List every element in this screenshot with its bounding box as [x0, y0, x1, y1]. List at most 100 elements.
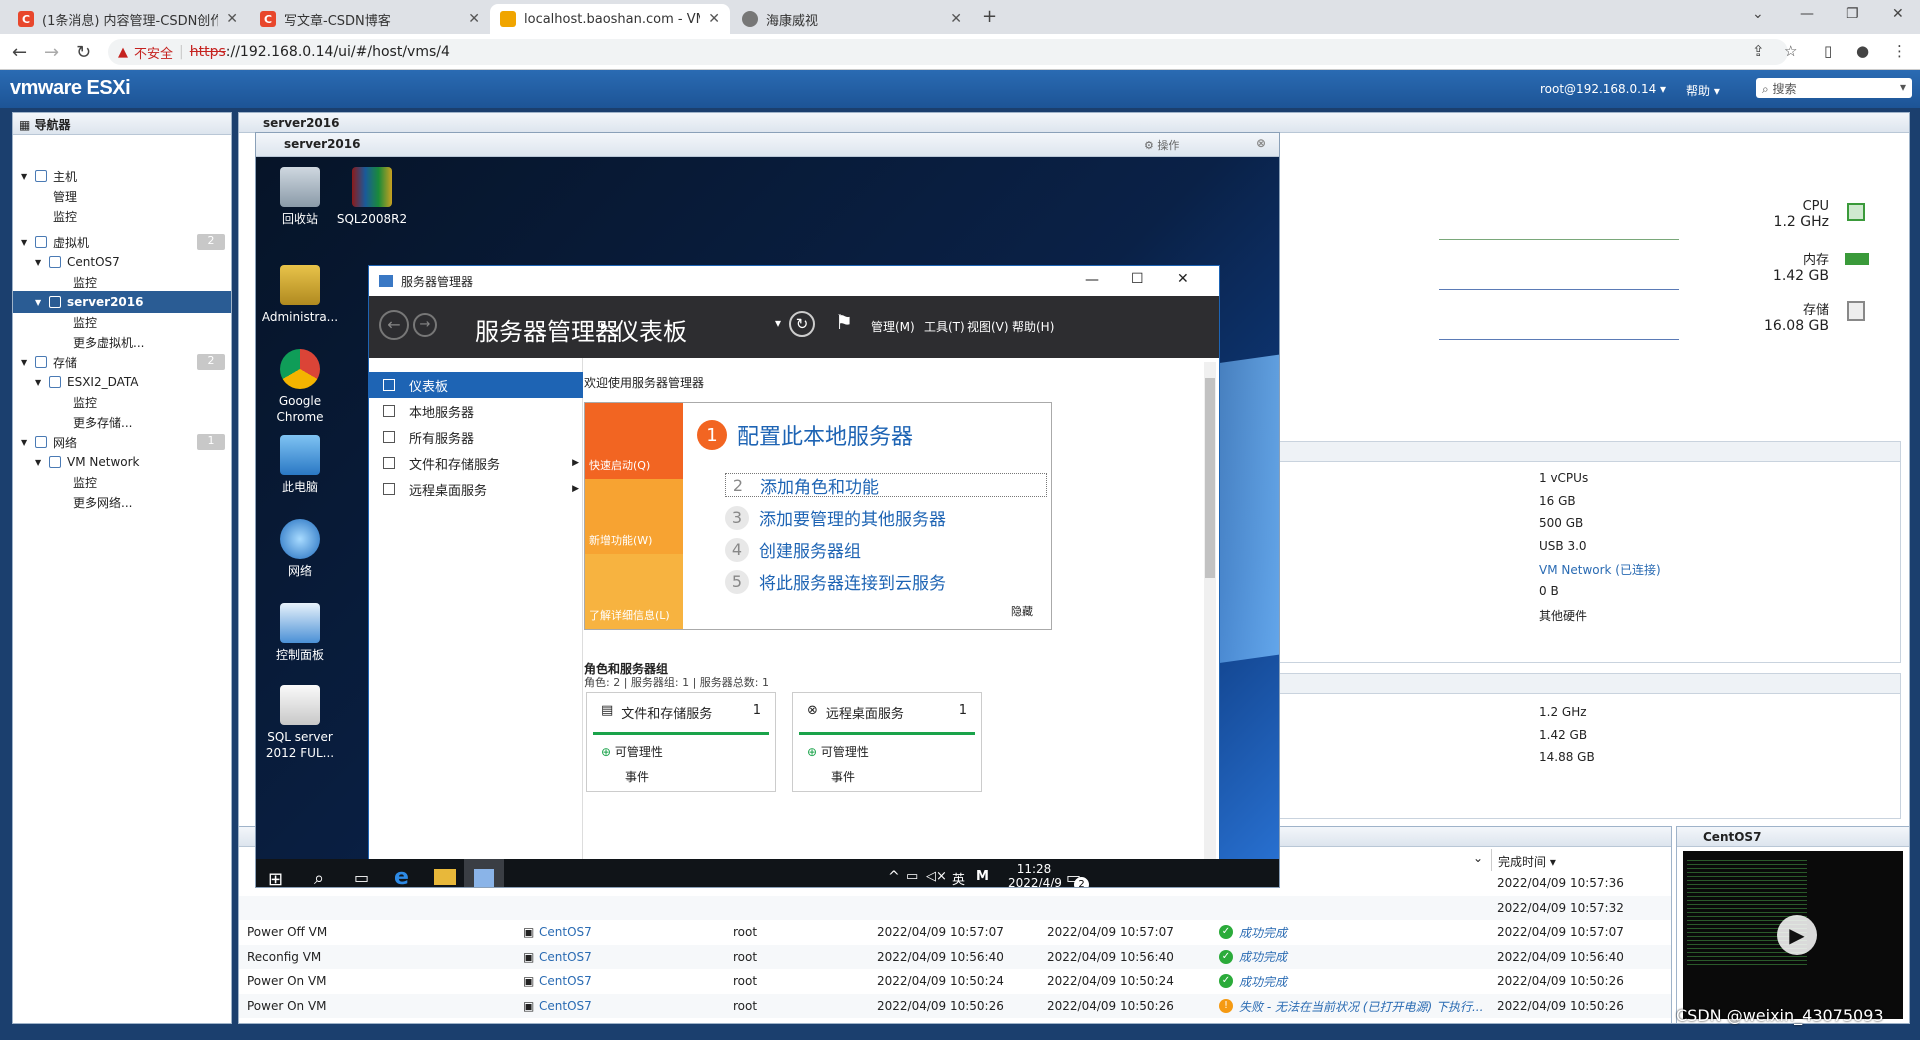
chevron-right-icon[interactable]: ▶ — [572, 484, 579, 494]
task-target-link[interactable]: CentOS7 — [539, 925, 592, 939]
scrollbar[interactable] — [1204, 362, 1216, 862]
sidebar-item[interactable]: 文件和存储服务 ▶ — [369, 450, 583, 476]
browser-tab[interactable]: 海康威视 ✕ — [732, 4, 972, 34]
table-row[interactable]: Power On VM ▣ CentOS7 root 2022/04/09 10:50:… — [239, 969, 1671, 993]
nav-item[interactable]: ▼ server2016 — [13, 291, 231, 313]
close-icon[interactable]: ✕ — [468, 11, 480, 27]
maximize-icon[interactable]: ☐ — [1131, 271, 1144, 287]
actions-menu[interactable]: ⚙ 操作 — [1144, 137, 1179, 153]
step-create-group[interactable]: 4 创建服务器组 — [725, 537, 861, 562]
play-icon[interactable]: ▶ — [1777, 915, 1817, 955]
close-icon[interactable]: ✕ — [708, 11, 720, 27]
sidebar-item[interactable]: 远程桌面服务 ▶ — [369, 476, 583, 502]
table-row[interactable]: Reconfig VM ▣ CentOS7 root 2022/04/09 10:56:… — [239, 944, 1671, 969]
nav-item[interactable]: ▼ 虚拟机 2 — [13, 231, 231, 253]
file-explorer-icon[interactable] — [434, 869, 456, 885]
back-icon[interactable]: ← — [379, 310, 409, 340]
chevron-up-icon[interactable]: ^ — [888, 869, 900, 885]
expand-arrow-icon[interactable]: ▼ — [35, 378, 41, 387]
close-icon[interactable]: ✕ — [1177, 271, 1189, 287]
bookmark-star-icon[interactable]: ☆ — [1784, 42, 1797, 60]
nav-item[interactable]: 监控 — [13, 311, 231, 333]
menu-manage[interactable]: 管理(M) — [871, 318, 915, 335]
nav-item[interactable]: ▼ VM Network — [13, 451, 231, 473]
chevron-down-icon[interactable]: ⌄ — [1473, 851, 1483, 865]
step-connect-cloud[interactable]: 5 将此服务器连接到云服务 — [725, 569, 946, 594]
task-target-link[interactable]: CentOS7 — [539, 950, 592, 964]
volume-muted-icon[interactable]: ◁× — [926, 869, 947, 884]
role-card-file-storage[interactable]: ▤ 文件和存储服务 1 ⊕ 可管理性 事件 — [586, 692, 776, 792]
sidebar-item[interactable]: 本地服务器 — [369, 398, 583, 424]
nav-item[interactable]: 更多网络... — [13, 491, 231, 513]
learn-more-tab[interactable]: 了解详细信息(L) — [585, 554, 683, 629]
menu-icon[interactable]: ⋮ — [1892, 42, 1907, 60]
chevron-down-icon[interactable]: ▾ — [775, 316, 781, 330]
close-icon[interactable]: ✕ — [950, 11, 962, 27]
browser-tab-active[interactable]: localhost.baoshan.com - VMwa ✕ — [490, 4, 730, 34]
search-input[interactable]: ⌕ 搜索 ▾ — [1756, 78, 1912, 98]
desktop-icon-chrome[interactable]: Google Chrome — [258, 349, 342, 425]
desktop-icon-sql-server[interactable]: SQL server 2012 FUL... — [258, 685, 342, 761]
reload-icon[interactable]: ↻ — [76, 42, 91, 63]
minimize-icon[interactable]: — — [1800, 6, 1814, 22]
nav-item[interactable]: ▼ 网络 1 — [13, 431, 231, 453]
windows-start-icon[interactable]: ⊞ — [268, 869, 283, 887]
menu-view[interactable]: 视图(V) — [967, 318, 1009, 335]
desktop-icon-control-panel[interactable]: 控制面板 — [258, 603, 342, 663]
expand-arrow-icon[interactable]: ▼ — [21, 438, 27, 447]
menu-help[interactable]: 帮助(H) — [1012, 318, 1054, 335]
maximize-icon[interactable]: ❐ — [1846, 6, 1859, 22]
expand-arrow-icon[interactable]: ▼ — [35, 458, 41, 467]
nav-item[interactable]: ▼ CentOS7 — [13, 251, 231, 273]
ie-icon[interactable]: e — [394, 865, 409, 887]
expand-arrow-icon[interactable]: ▼ — [35, 298, 41, 307]
server-manager-taskbar-button[interactable] — [464, 859, 504, 887]
whats-new-tab[interactable]: 新增功能(W) — [585, 479, 683, 554]
refresh-icon[interactable]: ↻ — [789, 311, 815, 337]
terminal-screen[interactable]: ▶ — [1683, 851, 1903, 1019]
task-view-icon[interactable]: ▭ — [354, 868, 369, 887]
table-row[interactable]: 2022/04/09 10:57:32 — [239, 895, 1671, 920]
nav-item[interactable]: 更多存储... — [13, 411, 231, 433]
browser-tab[interactable]: C (1条消息) 内容管理-CSDN创作中 ✕ — [8, 4, 248, 34]
desktop-icon-this-pc[interactable]: 此电脑 — [258, 435, 342, 495]
nav-item[interactable]: 更多虚拟机... — [13, 331, 231, 353]
back-icon[interactable]: ← — [12, 42, 27, 63]
nav-item[interactable]: ▼ 存储 2 — [13, 351, 231, 373]
tab-search-chevron-icon[interactable]: ⌄ — [1752, 6, 1764, 22]
ime-indicator[interactable]: 英 — [952, 869, 965, 887]
user-menu[interactable]: root@192.168.0.14 ▾ — [1540, 82, 1666, 96]
step-configure-local-server[interactable]: 1 配置此本地服务器 — [697, 419, 913, 451]
desktop-icon-network[interactable]: 网络 — [258, 519, 342, 579]
quick-start-tab[interactable]: 快速启动(Q) — [585, 403, 683, 479]
nav-item[interactable]: 管理 — [13, 185, 231, 207]
expand-arrow-icon[interactable]: ▼ — [21, 238, 27, 247]
share-icon[interactable]: ⇪ — [1752, 42, 1765, 60]
flag-icon[interactable]: ⚑ — [835, 310, 853, 334]
input-mode-icon[interactable]: M — [976, 869, 989, 884]
help-menu[interactable]: 帮助 ▾ — [1686, 82, 1720, 99]
taskbar-clock[interactable]: 11:28 2022/4/9 — [1008, 862, 1062, 887]
table-row[interactable]: Power Off VM ▣ CentOS7 root 2022/04/09 10:57… — [239, 920, 1671, 944]
search-icon[interactable]: ⌕ — [314, 868, 324, 887]
forward-icon[interactable]: → — [413, 313, 437, 337]
browser-tab[interactable]: C 写文章-CSDN博客 ✕ — [250, 4, 490, 34]
hardware-value[interactable]: VM Network (已连接) — [1539, 561, 1661, 578]
windows-desktop[interactable]: 回收站 SQL2008R2 Administra... Google Chrom… — [256, 157, 1279, 887]
nav-item[interactable]: ▼ 主机 — [13, 165, 231, 187]
sidebar-item[interactable]: 所有服务器 — [369, 424, 583, 450]
expand-arrow-icon[interactable]: ▼ — [21, 358, 27, 367]
completed-column-header[interactable]: 完成时间 ▾ — [1491, 849, 1671, 871]
nav-item[interactable]: ▼ ESXI2_DATA — [13, 371, 231, 393]
table-row[interactable]: Power On VM ▣ CentOS7 root 2022/04/09 10:50:… — [239, 994, 1671, 1018]
network-tray-icon[interactable]: ▭ — [906, 869, 918, 884]
expand-arrow-icon[interactable]: ▼ — [21, 172, 27, 181]
close-icon[interactable]: ⊗ — [1256, 136, 1266, 150]
task-target-link[interactable]: CentOS7 — [539, 999, 592, 1013]
new-tab-icon[interactable]: + — [982, 6, 997, 27]
expand-arrow-icon[interactable]: ▼ — [35, 258, 41, 267]
desktop-icon-administrator[interactable]: Administra... — [258, 265, 342, 325]
step-add-roles[interactable]: 2 添加角色和功能 — [725, 473, 1047, 498]
scrollbar-thumb[interactable] — [1205, 378, 1215, 578]
step-add-servers[interactable]: 3 添加要管理的其他服务器 — [725, 505, 946, 530]
